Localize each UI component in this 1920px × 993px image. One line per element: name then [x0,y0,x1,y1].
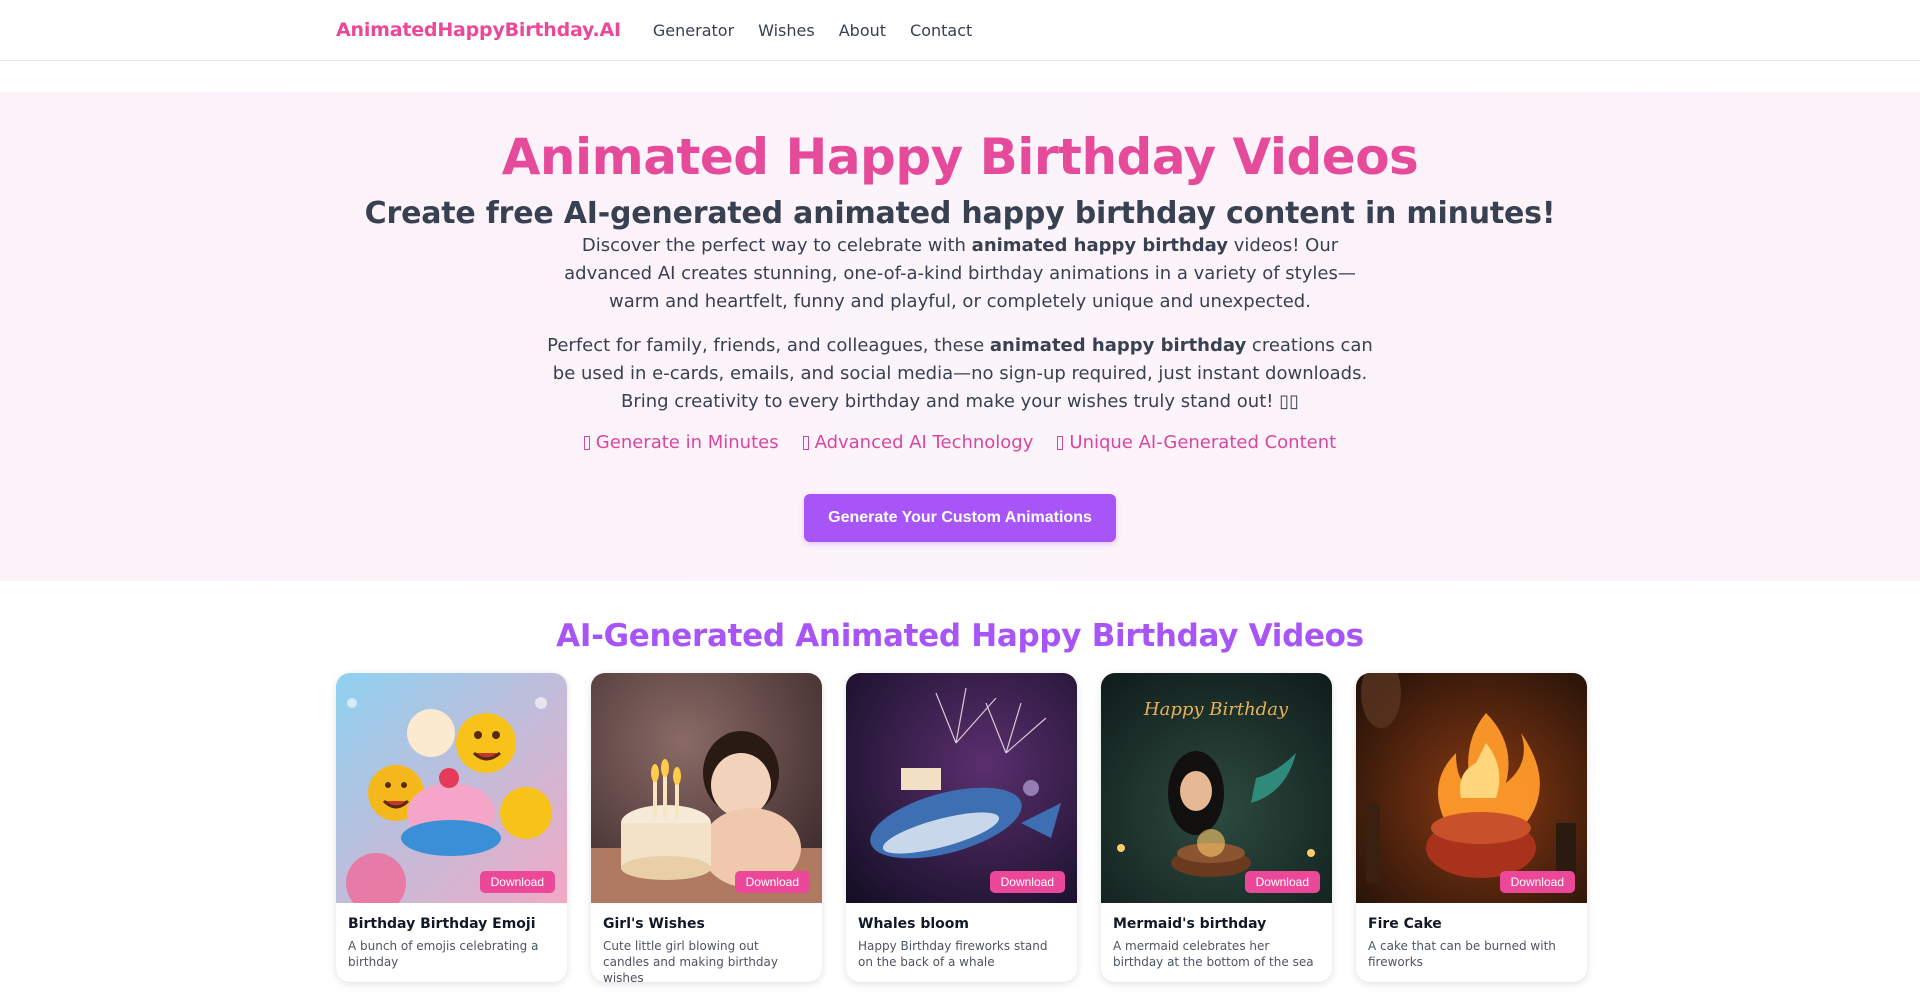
emoji-thumbnail[interactable]: Download [336,673,567,903]
download-button[interactable]: Download [989,871,1065,893]
card-title: Whales bloom [858,916,970,932]
girl-illustration [591,673,822,903]
gallery-title: AI-Generated Animated Happy Birthday Vid… [556,618,1364,654]
navbar: AnimatedHappyBirthday.AI Generator Wishe… [0,0,1920,61]
nav-link-generator[interactable]: Generator [653,21,734,40]
nav-inner: AnimatedHappyBirthday.AI Generator Wishe… [336,0,996,60]
mermaid-thumbnail[interactable]: Happy Birthday Download [1101,673,1332,903]
feature-label: Advanced AI Technology [814,432,1034,453]
feature-list: Generate in Minutes Advanced AI Technolo… [0,432,1920,453]
card-title: Fire Cake [1368,916,1442,932]
card-description: A mermaid celebrates her birthday at the… [1113,939,1314,969]
whale-thumbnail[interactable]: Download [846,673,1077,903]
video-card[interactable]: Download Girl's Wishes Cute little girl … [591,673,822,982]
video-card[interactable]: Download Fire Cake A cake that can be bu… [1356,673,1587,982]
mermaid-illustration: Happy Birthday [1101,673,1332,903]
download-button[interactable]: Download [479,871,555,893]
feature-icon [583,435,590,450]
card-title: Birthday Birthday Emoji [348,916,536,932]
brand-logo[interactable]: AnimatedHappyBirthday.AI [336,19,621,41]
download-button[interactable]: Download [1499,871,1575,893]
feature-icon [1057,435,1064,450]
video-gallery: Download Birthday Birthday Emoji A bunch… [336,673,1587,982]
card-description: Happy Birthday fireworks stand on the ba… [858,939,1048,969]
feature-icon [802,435,809,450]
nav-link-about[interactable]: About [839,21,886,40]
hero-paragraph-2: Perfect for family, friends, and colleag… [540,332,1380,416]
fire-cake-illustration [1356,673,1587,903]
download-button[interactable]: Download [734,871,810,893]
card-title: Mermaid's birthday [1113,916,1267,932]
card-description: Cute little girl blowing out candles and… [603,939,778,982]
hero-title: Animated Happy Birthday Videos [501,128,1419,186]
video-card[interactable]: Download Whales bloom Happy Birthday fir… [846,673,1077,982]
p2-bold: animated happy birthday [989,335,1247,356]
whale-illustration [846,673,1077,903]
girl-thumbnail[interactable]: Download [591,673,822,903]
hero-section: Animated Happy Birthday Videos Create fr… [0,92,1920,581]
p1-bold: animated happy birthday [971,235,1228,256]
p1-text-a: Discover the perfect way to celebrate wi… [581,235,972,256]
feature-ai: Advanced AI Technology [802,432,1034,453]
download-button[interactable]: Download [1244,871,1320,893]
feature-generate: Generate in Minutes [583,432,779,453]
card-title: Girl's Wishes [603,916,705,932]
mermaid-image-caption: Happy Birthday [1143,699,1289,720]
video-card[interactable]: Happy Birthday Download Mermaid's birthd… [1101,673,1332,982]
hero-paragraph-1: Discover the perfect way to celebrate wi… [550,232,1370,316]
video-card[interactable]: Download Birthday Birthday Emoji A bunch… [336,673,567,982]
feature-label: Generate in Minutes [595,432,779,453]
fire-cake-thumbnail[interactable]: Download [1356,673,1587,903]
feature-unique: Unique AI-Generated Content [1057,432,1336,453]
emoji-illustration [336,673,567,903]
p2-text-a: Perfect for family, friends, and colleag… [547,335,990,356]
hero-subtitle: Create free AI-generated animated happy … [364,196,1556,231]
nav-link-wishes[interactable]: Wishes [758,21,815,40]
card-description: A cake that can be burned with fireworks [1368,939,1556,969]
nav-link-contact[interactable]: Contact [910,21,972,40]
feature-label: Unique AI-Generated Content [1069,432,1337,453]
card-description: A bunch of emojis celebrating a birthday [348,939,539,969]
generate-animations-button[interactable]: Generate Your Custom Animations [804,494,1116,542]
